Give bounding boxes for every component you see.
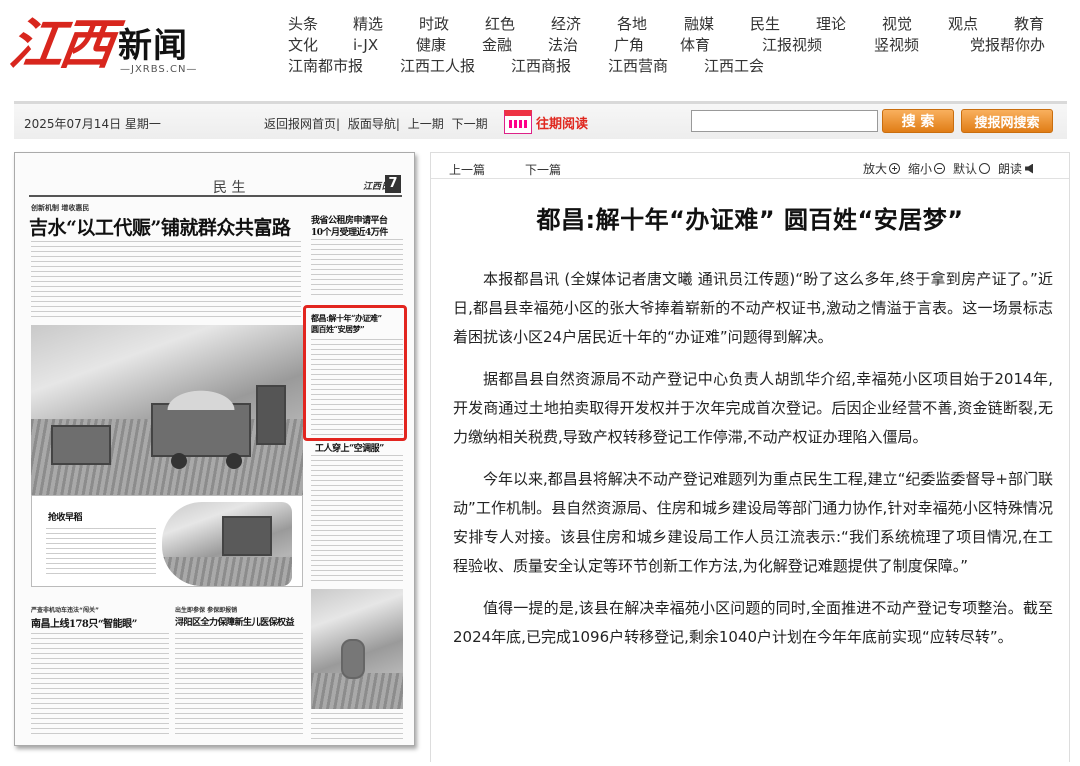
nav-item[interactable]: 视觉 — [882, 14, 912, 35]
issue-toolbar: 2025年07月14日 星期一 返回报网首页| 版面导航| 上一期 下一期 往期… — [14, 101, 1067, 139]
article-link-nanchang[interactable]: 南昌上线178只“智能眼” — [31, 615, 137, 630]
article-paragraph: 今年以来,都昌县将解决不动产登记难题列为重点民生工程,建立“纪委监委督导+部门联… — [453, 470, 1053, 575]
nav-item[interactable]: i-JX — [353, 35, 378, 56]
nav-item[interactable]: 江南都市报 — [288, 56, 363, 77]
nav-item[interactable]: 江西营商 — [608, 56, 668, 77]
article-link-xunyang[interactable]: 浔阳区全力保障新生儿医保权益 — [175, 615, 295, 628]
speaker-icon[interactable] — [1025, 163, 1034, 174]
nav-item[interactable]: 健康 — [416, 35, 446, 56]
nav-item[interactable]: 法治 — [548, 35, 578, 56]
reading-controls: 放大 缩小 默认 朗读 — [863, 160, 1041, 177]
nav-row-1: 头条 精选 时政 红色 经济 各地 融媒 民生 理论 视觉 观点 教育 — [280, 14, 1070, 35]
nav-item[interactable]: 金融 — [482, 35, 512, 56]
article-text-block — [31, 241, 301, 319]
prev-issue-link[interactable]: 上一期 — [408, 117, 444, 131]
issue-links: 返回报网首页| 版面导航| 上一期 下一期 — [264, 115, 492, 132]
article-text-block — [46, 528, 156, 578]
article-link-rental-line2[interactable]: 10个月受理近4万件 — [311, 225, 388, 238]
selected-article-highlight[interactable] — [303, 305, 407, 441]
nav-item[interactable]: 文化 — [288, 35, 318, 56]
photo-caption — [311, 713, 403, 739]
nav-item[interactable]: 党报帮你办 — [970, 35, 1045, 56]
page-nav-link[interactable]: 版面导航| — [348, 117, 400, 131]
article-title: 都昌:解十年“办证难” 圆百姓“安居梦” — [536, 206, 964, 234]
nav-item[interactable]: 江西工人报 — [400, 56, 475, 77]
nav-item[interactable]: 江西工会 — [704, 56, 764, 77]
page-masthead: 民 生 江西日报 7 — [29, 175, 402, 197]
site-header: 江西 新闻 —JXRBS.CN— 头条 精选 时政 红色 经济 各地 融媒 民生… — [0, 0, 1080, 96]
article-text-block — [175, 633, 303, 735]
zoom-out-label: 缩小 — [908, 162, 933, 176]
newspaper-page-thumbnail[interactable]: 民 生 江西日报 7 创新机制 增收惠民 吉水“以工代赈”铺就群众共富路 我省公… — [14, 152, 415, 746]
article-paragraph: 据都昌县自然资源局不动产登记中心负责人胡凯华介绍,幸福苑小区项目始于2014年,… — [453, 370, 1053, 446]
default-size-label: 默认 — [953, 162, 978, 176]
harvest-photo — [31, 325, 303, 495]
logo-domain: —JXRBS.CN— — [120, 64, 198, 75]
nav-item[interactable]: 江报视频 — [762, 35, 822, 56]
site-logo[interactable]: 江西 新闻 —JXRBS.CN— — [6, 4, 230, 84]
nav-item[interactable]: 江西商报 — [511, 56, 571, 77]
page-number: 7 — [385, 175, 401, 193]
article-topbar: 上一篇 下一篇 放大 缩小 默认 朗读 — [431, 153, 1069, 179]
article-kicker: 创新机制 增收惠民 — [31, 204, 90, 212]
search-button[interactable]: 搜 索 — [882, 109, 954, 133]
zoom-in-label: 放大 — [863, 162, 888, 176]
nav-item[interactable]: 理论 — [816, 14, 846, 35]
article-text-block — [311, 455, 403, 585]
zoom-out-icon[interactable] — [934, 163, 946, 174]
nav-item[interactable]: 时政 — [419, 14, 449, 35]
page-section: 民 生 — [213, 180, 246, 196]
nav-item[interactable]: 各地 — [617, 14, 647, 35]
nav-item[interactable]: 融媒 — [684, 14, 714, 35]
logo-brush-text: 江西 — [5, 12, 115, 76]
issue-date: 2025年07月14日 星期一 — [24, 117, 161, 131]
article-body: 本报都昌讯 (全媒体记者唐文曦 通讯员江传题)“盼了这么多年,终于拿到房产证了。… — [453, 265, 1053, 665]
harvest-caption-box: 抢收早稻 — [31, 495, 303, 587]
read-aloud-label: 朗读 — [998, 162, 1023, 176]
article-text-block — [311, 239, 403, 299]
logo-text: 新闻 — [118, 26, 188, 66]
default-size-control[interactable]: 默认 — [953, 160, 991, 177]
article-panel: 上一篇 下一篇 放大 缩小 默认 朗读 都昌:解十年“办证难” 圆百姓“安居梦”… — [430, 152, 1070, 762]
search-input[interactable] — [691, 110, 878, 132]
next-article-link[interactable]: 下一篇 — [525, 161, 561, 178]
nav-item[interactable]: 竖视频 — [874, 35, 919, 56]
nav-item[interactable]: 经济 — [551, 14, 581, 35]
harvester-photo — [162, 502, 292, 586]
nav-item[interactable]: 精选 — [353, 14, 383, 35]
nav-item[interactable]: 观点 — [948, 14, 978, 35]
children-photo — [311, 589, 403, 709]
nav-item[interactable]: 广角 — [614, 35, 644, 56]
home-link[interactable]: 返回报网首页| — [264, 117, 340, 131]
nav-item[interactable]: 民生 — [750, 14, 780, 35]
nav-item[interactable]: 红色 — [485, 14, 515, 35]
archive-button[interactable]: 往期阅读 — [504, 109, 588, 135]
article-link-workers[interactable]: 工人穿上“空调服” — [315, 441, 384, 454]
nav-item[interactable]: 体育 — [680, 35, 710, 56]
site-search-button[interactable]: 搜报网搜索 — [961, 109, 1053, 133]
default-size-radio-icon[interactable] — [979, 163, 991, 174]
main-nav: 头条 精选 时政 红色 经济 各地 融媒 民生 理论 视觉 观点 教育 文化 i… — [280, 14, 1070, 77]
read-aloud-control[interactable]: 朗读 — [998, 160, 1034, 177]
calendar-icon — [504, 110, 532, 134]
zoom-in-control[interactable]: 放大 — [863, 160, 901, 177]
nav-row-3: 江南都市报 江西工人报 江西商报 江西营商 江西工会 — [280, 56, 1070, 77]
article-paragraph: 值得一提的是,该县在解决幸福苑小区问题的同时,全面推进不动产登记专项整治。截至2… — [453, 599, 1053, 646]
zoom-out-control[interactable]: 缩小 — [908, 160, 946, 177]
article-link-main[interactable]: 吉水“以工代赈”铺就群众共富路 — [29, 213, 291, 240]
article-text-block — [31, 633, 169, 735]
prev-article-link[interactable]: 上一篇 — [449, 161, 485, 178]
nav-row-2: 文化 i-JX 健康 金融 法治 广角 体育 江报视频 竖视频 党报帮你办 — [280, 35, 1070, 56]
article-kicker: 出生即参保 参保即报销 — [175, 607, 238, 614]
nav-item[interactable]: 教育 — [1014, 14, 1044, 35]
nav-item[interactable]: 头条 — [288, 14, 318, 35]
article-link-harvest[interactable]: 抢收早稻 — [48, 510, 83, 523]
article-kicker: 严查非机动车违法“闯关” — [31, 607, 99, 614]
next-issue-link[interactable]: 下一期 — [452, 117, 488, 131]
archive-label: 往期阅读 — [536, 116, 589, 132]
zoom-in-icon[interactable] — [889, 163, 901, 174]
article-paragraph: 本报都昌讯 (全媒体记者唐文曦 通讯员江传题)“盼了这么多年,终于拿到房产证了。… — [453, 270, 1053, 346]
